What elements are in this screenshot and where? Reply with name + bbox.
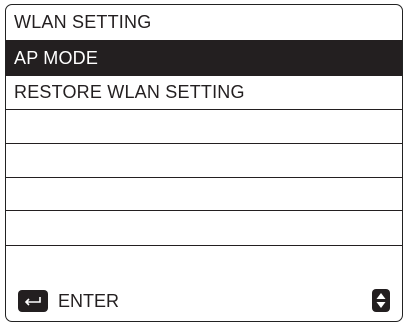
menu-title: WLAN SETTING — [6, 5, 402, 41]
up-down-glyph-icon — [376, 293, 386, 308]
enter-key-icon[interactable] — [18, 290, 48, 312]
menu-item-ap-mode[interactable]: AP MODE — [6, 41, 402, 76]
menu-item-empty — [6, 211, 402, 246]
menu-item-empty — [6, 178, 402, 211]
menu-item-empty — [6, 110, 402, 144]
enter-label: ENTER — [58, 291, 120, 311]
menu-item-empty — [6, 144, 402, 178]
menu-title-text: WLAN SETTING — [14, 12, 152, 32]
up-down-arrows-icon[interactable] — [372, 289, 390, 312]
wlan-setting-screen: WLAN SETTING AP MODE RESTORE WLAN SETTIN… — [5, 4, 403, 322]
menu-item-label: AP MODE — [14, 47, 99, 68]
menu-item-label: RESTORE WLAN SETTING — [14, 82, 245, 102]
menu-item-restore-wlan-setting[interactable]: RESTORE WLAN SETTING — [6, 76, 402, 110]
enter-arrow-icon — [24, 297, 41, 306]
footer-bar: ENTER — [6, 281, 402, 321]
